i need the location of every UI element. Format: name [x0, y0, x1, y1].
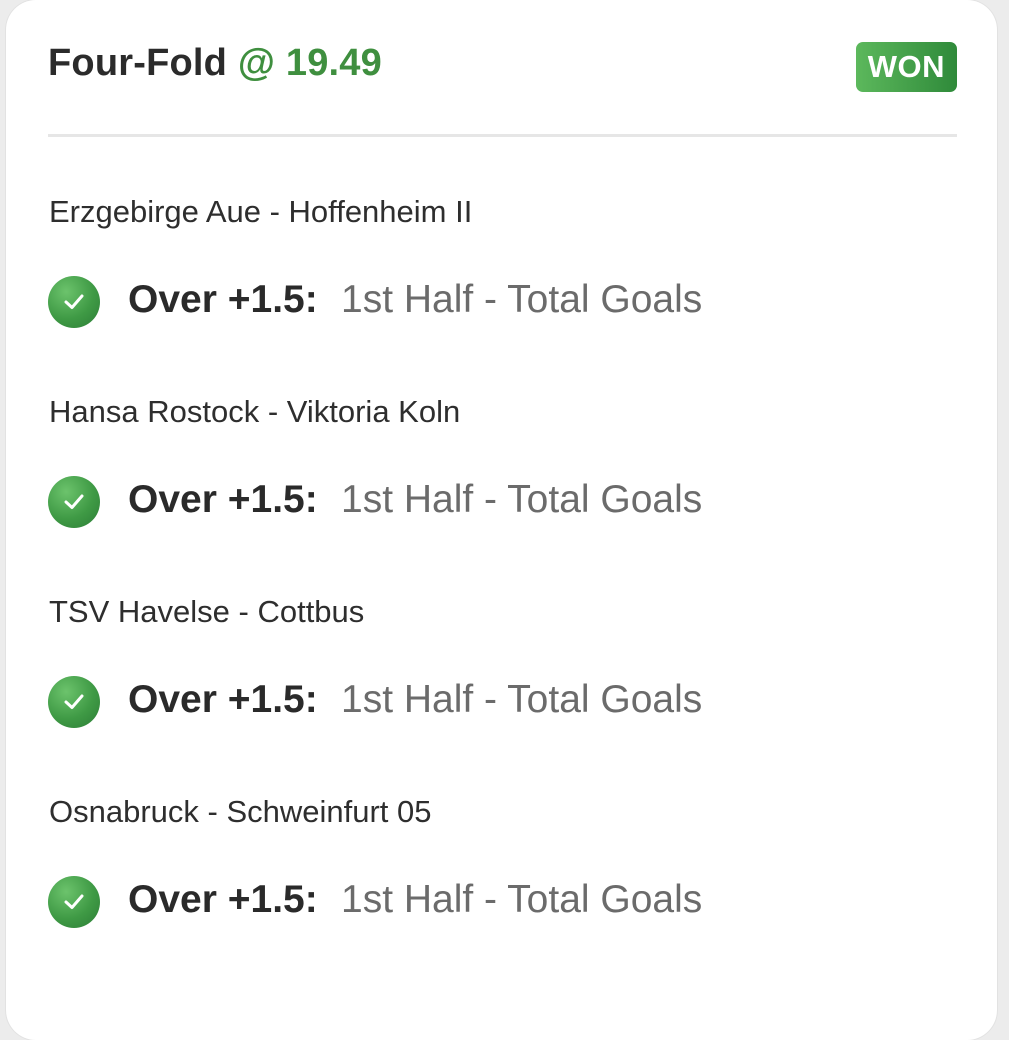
selection-market: 1st Half - Total Goals [341, 478, 703, 521]
bet-leg: Hansa Rostock - Viktoria Koln Over +1.5:… [48, 392, 957, 592]
selection-pick: Over +1.5: [128, 878, 318, 921]
bet-slip-card: Four-Fold @ 19.49 WON Erzgebirge Aue - H… [6, 0, 997, 1040]
selection-market: 1st Half - Total Goals [341, 678, 703, 721]
bet-leg: Erzgebirge Aue - Hoffenheim II Over +1.5… [48, 192, 957, 392]
check-circle-icon [48, 876, 100, 928]
check-circle-icon [48, 476, 100, 528]
selection-market: 1st Half - Total Goals [341, 878, 703, 921]
selection-market: 1st Half - Total Goals [341, 278, 703, 321]
selection-pick: Over +1.5: [128, 278, 318, 321]
check-circle-icon [48, 276, 100, 328]
match-name: TSV Havelse - Cottbus [49, 594, 365, 629]
status-badge: WON [855, 42, 957, 92]
match-name: Hansa Rostock - Viktoria Koln [49, 394, 461, 429]
bet-type: Four-Fold [48, 42, 228, 84]
bet-odds: @ 19.49 [237, 42, 382, 84]
check-circle-icon [48, 676, 100, 728]
match-name: Erzgebirge Aue - Hoffenheim II [49, 194, 473, 229]
divider [48, 134, 957, 137]
bet-header: Four-Fold @ 19.49 WON [48, 40, 957, 96]
bet-leg: Osnabruck - Schweinfurt 05 Over +1.5: 1s… [48, 792, 957, 992]
bet-leg: TSV Havelse - Cottbus Over +1.5: 1st Hal… [48, 592, 957, 792]
selection-pick: Over +1.5: [128, 678, 318, 721]
match-name: Osnabruck - Schweinfurt 05 [49, 794, 432, 829]
selection-pick: Over +1.5: [128, 478, 318, 521]
bet-title: Four-Fold @ 19.49 [48, 42, 382, 85]
bet-legs-list: Erzgebirge Aue - Hoffenheim II Over +1.5… [48, 192, 957, 992]
